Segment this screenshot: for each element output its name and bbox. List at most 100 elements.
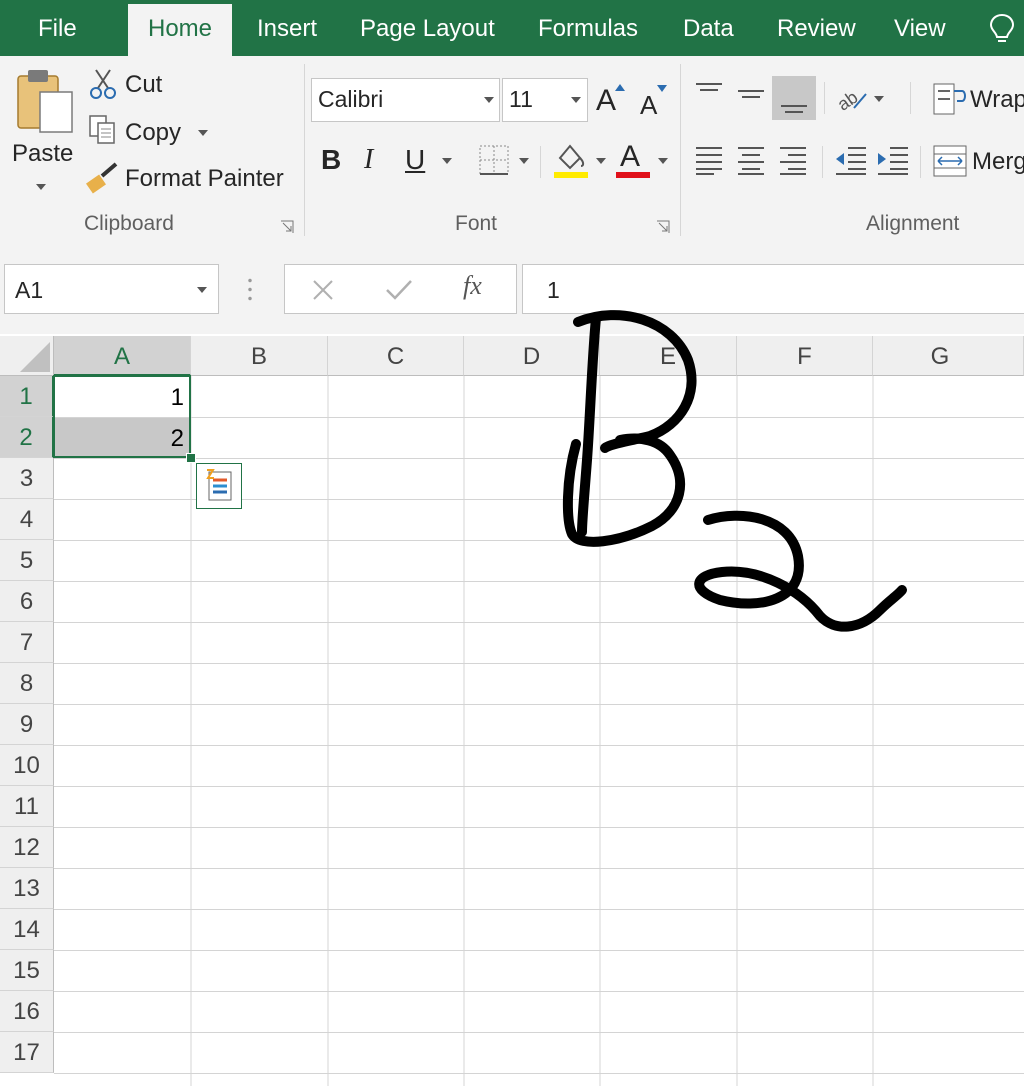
- cut-scissors-icon[interactable]: [88, 68, 118, 100]
- bottom-align-icon: [781, 105, 807, 113]
- top-align-icon[interactable]: [694, 80, 724, 104]
- column-header-d[interactable]: D: [464, 336, 600, 376]
- align-center-icon[interactable]: [736, 144, 766, 176]
- font-color-dropdown-caret[interactable]: [658, 158, 668, 164]
- column-header-a[interactable]: A: [54, 336, 191, 376]
- shrink-font-arrow-icon: [657, 85, 667, 92]
- paste-dropdown-caret[interactable]: [36, 184, 46, 190]
- clipboard-group-label: Clipboard: [84, 212, 174, 235]
- copy-dropdown-caret[interactable]: [198, 130, 208, 136]
- quick-analysis-button[interactable]: [196, 463, 242, 509]
- orientation-dropdown-caret[interactable]: [874, 96, 884, 102]
- borders-dropdown-caret[interactable]: [519, 158, 529, 164]
- name-box-value: A1: [15, 277, 44, 303]
- row-header[interactable]: 5: [0, 540, 54, 581]
- tab-view[interactable]: View: [894, 0, 946, 56]
- tab-page-layout[interactable]: Page Layout: [360, 0, 495, 56]
- row-header[interactable]: 4: [0, 499, 54, 540]
- fill-color-dropdown-caret[interactable]: [596, 158, 606, 164]
- tell-me-lightbulb-icon[interactable]: [988, 12, 1016, 46]
- column-header-f[interactable]: F: [737, 336, 873, 376]
- shrink-font-button[interactable]: A: [640, 90, 657, 121]
- fill-color-bucket-icon[interactable]: [552, 140, 588, 180]
- row-header[interactable]: 9: [0, 704, 54, 745]
- formula-buttons-group: fx: [284, 264, 517, 314]
- fill-handle[interactable]: [186, 453, 196, 463]
- column-header-c[interactable]: C: [328, 336, 464, 376]
- clipboard-dialog-launcher-icon[interactable]: [280, 220, 294, 234]
- row-header[interactable]: 6: [0, 581, 54, 622]
- row-header[interactable]: 16: [0, 991, 54, 1032]
- row-header[interactable]: 8: [0, 663, 54, 704]
- ribbon-tab-bar: File Home Insert Page Layout Formulas Da…: [0, 0, 1024, 56]
- column-header-b[interactable]: B: [191, 336, 328, 376]
- row-header[interactable]: 17: [0, 1032, 54, 1073]
- wrap-text-button[interactable]: Wrap: [970, 86, 1024, 114]
- ribbon-separator: [680, 64, 681, 236]
- row-header[interactable]: 1: [0, 376, 54, 417]
- middle-align-icon[interactable]: [736, 80, 766, 108]
- tab-data[interactable]: Data: [683, 0, 734, 56]
- row-header[interactable]: 10: [0, 745, 54, 786]
- font-dialog-launcher-icon[interactable]: [656, 220, 670, 234]
- row-header[interactable]: 2: [0, 417, 54, 458]
- tab-formulas[interactable]: Formulas: [538, 0, 638, 56]
- font-separator: [540, 146, 541, 178]
- cancel-x-icon[interactable]: [311, 278, 335, 302]
- merge-center-button[interactable]: Merg: [972, 148, 1024, 176]
- insert-function-button[interactable]: fx: [463, 271, 482, 301]
- align-left-icon[interactable]: [694, 144, 724, 176]
- grow-font-button[interactable]: A: [596, 84, 616, 118]
- formula-input[interactable]: 1: [522, 264, 1024, 314]
- orientation-icon[interactable]: ab: [834, 82, 868, 112]
- selection-border: [53, 375, 191, 458]
- font-name-dropdown-caret[interactable]: [484, 97, 494, 103]
- font-name-value: Calibri: [318, 86, 384, 112]
- align-right-icon[interactable]: [778, 144, 808, 176]
- underline-dropdown-caret[interactable]: [442, 158, 452, 164]
- tab-file[interactable]: File: [38, 0, 77, 56]
- bold-button[interactable]: B: [321, 144, 341, 176]
- increase-indent-icon[interactable]: [876, 144, 910, 176]
- alignment-separator: [824, 82, 825, 114]
- row-header[interactable]: 12: [0, 827, 54, 868]
- font-size-value: 11: [509, 86, 533, 112]
- merge-center-icon[interactable]: [932, 144, 968, 178]
- borders-icon[interactable]: [478, 144, 510, 176]
- font-size-dropdown-caret[interactable]: [571, 97, 581, 103]
- tab-insert[interactable]: Insert: [257, 0, 317, 56]
- column-header-g[interactable]: G: [873, 336, 1024, 376]
- tab-review[interactable]: Review: [777, 0, 856, 56]
- ribbon-separator: [304, 64, 305, 236]
- row-header[interactable]: 11: [0, 786, 54, 827]
- tab-home[interactable]: Home: [128, 4, 233, 56]
- row-header[interactable]: 7: [0, 622, 54, 663]
- paste-button[interactable]: Paste: [12, 140, 73, 168]
- italic-button[interactable]: I: [364, 144, 373, 176]
- column-header-e[interactable]: E: [600, 336, 737, 376]
- font-name-combo[interactable]: Calibri: [311, 78, 500, 122]
- quick-analysis-icon: [206, 469, 232, 501]
- font-size-combo[interactable]: 11: [502, 78, 588, 122]
- row-header[interactable]: 13: [0, 868, 54, 909]
- formula-bar-splitter-handle[interactable]: [248, 276, 252, 302]
- bottom-align-button[interactable]: [772, 76, 816, 120]
- cut-button[interactable]: Cut: [125, 71, 162, 99]
- font-color-button[interactable]: A: [620, 140, 640, 174]
- row-header[interactable]: 3: [0, 458, 54, 499]
- format-painter-button[interactable]: Format Painter: [125, 165, 284, 193]
- font-group-label: Font: [455, 212, 498, 235]
- name-box-dropdown-caret[interactable]: [197, 287, 207, 293]
- row-header[interactable]: 14: [0, 909, 54, 950]
- enter-check-icon[interactable]: [385, 278, 413, 302]
- row-header[interactable]: 15: [0, 950, 54, 991]
- paste-icon[interactable]: [14, 66, 78, 136]
- underline-button[interactable]: U: [405, 144, 425, 176]
- wrap-text-icon[interactable]: [932, 82, 968, 116]
- copy-icon[interactable]: [88, 114, 118, 146]
- select-all-corner[interactable]: [0, 336, 54, 376]
- format-painter-brush-icon[interactable]: [86, 162, 120, 194]
- name-box[interactable]: A1: [4, 264, 219, 314]
- copy-button[interactable]: Copy: [125, 119, 181, 147]
- decrease-indent-icon[interactable]: [834, 144, 868, 176]
